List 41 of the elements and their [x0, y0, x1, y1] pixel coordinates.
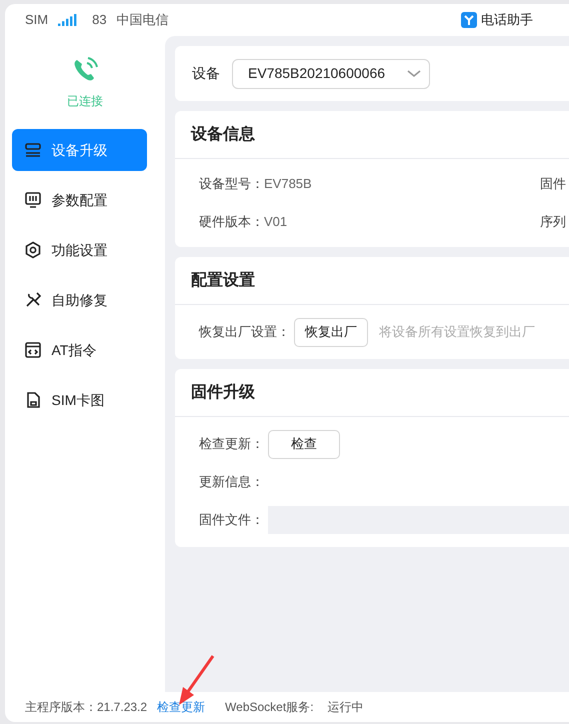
connection-status: 已连接 — [67, 93, 103, 110]
chevron-down-icon — [407, 70, 421, 78]
field-label: 检查更新： — [199, 435, 264, 454]
action-button[interactable]: 恢复出厂 — [294, 318, 368, 346]
field-value: EV785B — [264, 175, 312, 194]
update-link[interactable]: 检查更新 — [157, 698, 206, 716]
field-label: 更新信息： — [199, 473, 264, 492]
sidebar-item[interactable]: 功能设置 — [12, 229, 146, 271]
sidebar-item[interactable]: SIM卡图 — [12, 379, 146, 421]
field-value: V01 — [264, 213, 288, 232]
app-logo-icon — [461, 12, 477, 28]
sim-label: SIM — [25, 11, 48, 30]
carrier-name: 中国电信 — [116, 11, 169, 30]
sliders-icon — [24, 191, 42, 209]
service-status: 运行中 — [328, 699, 364, 716]
field-label: 固件 — [540, 175, 566, 194]
section-title: 固件升级 — [191, 382, 255, 402]
code-icon — [24, 341, 42, 359]
sidebar-item[interactable]: 参数配置 — [12, 179, 146, 221]
sidebar-item[interactable]: AT指令 — [12, 329, 146, 371]
device-dropdown[interactable]: EV785B20210600066 — [232, 58, 430, 88]
signal-value: 83 — [92, 11, 107, 30]
server-icon — [24, 141, 42, 159]
app-name: 电话助手 — [481, 11, 533, 30]
section-title: 配置设置 — [191, 270, 255, 290]
version-text: 主程序版本：21.7.23.2 — [25, 699, 148, 716]
signal-icon — [58, 14, 78, 26]
settings-icon — [24, 241, 42, 259]
device-label: 设备 — [192, 64, 220, 83]
sidebar-item[interactable]: 设备升级 — [12, 129, 146, 171]
field-label: 固件文件： — [199, 511, 264, 530]
field-label: 恢复出厂设置： — [199, 323, 290, 342]
section-title: 设备信息 — [191, 124, 255, 144]
sidebar-item[interactable]: 自助修复 — [12, 279, 146, 321]
field-label: 硬件版本： — [199, 213, 264, 232]
action-button[interactable]: 检查 — [268, 430, 340, 458]
tools-icon — [24, 291, 42, 309]
field-label: 序列 — [540, 213, 566, 232]
hint-text: 将设备所有设置恢复到出厂 — [379, 323, 535, 342]
service-label: WebSocket服务: — [225, 699, 314, 716]
field-label: 设备型号： — [199, 175, 264, 194]
